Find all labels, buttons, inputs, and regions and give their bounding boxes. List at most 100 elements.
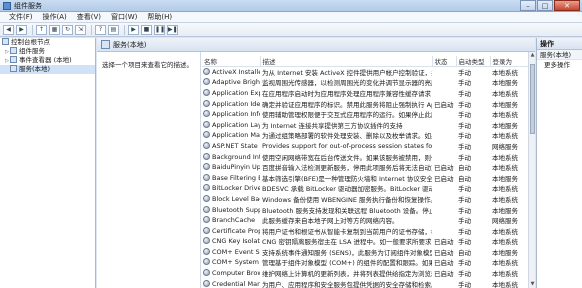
service-description: 百度拼音输入法检测更新服务，停用此项服务后将无法自动更... [262,164,432,173]
properties-icon[interactable]: ▤ [108,24,119,35]
service-status [432,151,456,162]
scrollbar-thumb[interactable] [530,64,535,134]
table-row[interactable]: ActiveX Installer ...为从 Internet 安装 Acti… [202,67,528,78]
gear-icon [203,120,210,128]
help-icon[interactable]: ? [95,24,106,35]
service-status [432,88,456,99]
actions-subheader[interactable]: 服务(本地) [537,50,582,60]
service-name-label: Application Mana... [212,131,260,140]
window-controls: – □ ✕ [519,0,580,11]
table-row[interactable]: Computer Brow...维护网络上计算机的更新列表，并将列表提供给指定为… [202,268,528,279]
table-row[interactable]: Application Iden...确定并验证应用程序的标识。禁用此服务将阻止… [202,98,528,109]
gear-icon [203,110,210,118]
table-row[interactable]: Application Expe...在应用程序启动时为应用程序处理应用程序兼容… [202,88,528,99]
service-status [432,109,456,120]
column-header-startup-type[interactable]: 启动类型 [456,56,491,67]
service-status: 已启动 [434,270,454,279]
service-status: 已启动 [434,100,454,109]
table-row[interactable]: Background Inte...使用空闲网络带宽在后台传送文件。如果该服务被… [202,151,528,162]
menu-window[interactable]: 窗口(W) [106,12,142,22]
service-name-label: Bluetooth Supp... [212,205,260,214]
service-startup-type: 手动 [458,206,471,215]
service-description: 管理基于组件对象模型 (COM+) 的组件的配置和跟踪。如果... [262,259,432,268]
show-tree-icon[interactable]: ▦ [49,24,60,35]
table-row[interactable]: COM+ System A...管理基于组件对象模型 (COM+) 的组件的配置… [202,257,528,268]
service-description: 在应用程序启动时为应用程序处理应用程序兼容性缓存请求 [262,89,431,98]
service-startup-type: 手动 [458,270,471,279]
table-row[interactable]: COM+ Event Sys...支持系统事件通知服务 (SENS)，此服务为订… [202,247,528,258]
column-header-description[interactable]: 描述 [260,56,433,67]
table-row[interactable]: CNG Key IsolationCNG 密钥隔离服务宿主在 LSA 进程中。如… [202,236,528,247]
service-log-on-as: 本地服务 [492,174,518,183]
service-log-on-as: 本地系统 [492,259,518,268]
stop-icon[interactable]: ■ [141,24,152,35]
event-viewer-icon [10,56,17,63]
gear-icon [203,258,210,266]
service-name: Block Level Back... [202,194,260,205]
service-name-label: Computer Brow... [212,269,260,278]
tree-item-services-local[interactable]: 服务(本地) [0,65,95,74]
vertical-scrollbar[interactable]: ▲ ▼ [528,52,535,288]
service-startup-type: 手动 [458,195,471,204]
service-name: Certificate Propa... [202,225,260,236]
table-row[interactable]: Application Laye...为 Internet 连接共享提供第三方协… [202,119,528,130]
menu-action[interactable]: 操作(A) [38,12,72,22]
service-name: BranchCache [202,215,260,226]
scroll-down-arrow-icon[interactable]: ▼ [529,281,536,288]
gear-icon [203,152,210,160]
menu-help[interactable]: 帮助(H) [142,12,177,22]
actions-pane: 操作 服务(本地) 更多操作 [536,38,582,288]
tree-item-component-services[interactable]: ▷ 组件服务 [0,47,95,56]
table-row[interactable]: Certificate Propa...将用户证书和根证书从智能卡复制到当前用户… [202,225,528,236]
table-row[interactable]: Adaptive Brightn...监视周围光传感器，以检测周围光的变化并调节… [202,77,528,88]
service-description: Bluetooth 服务支持发现和关联远程 Bluetooth 设备。停止或..… [262,206,432,215]
service-name-label: Background Inte... [212,152,260,161]
minimize-button[interactable]: – [520,0,536,11]
gear-icon [203,88,210,96]
service-startup-type: 手动 [458,142,471,151]
service-name-label: Application Iden... [212,99,260,108]
restart-icon[interactable]: ▶❚ [167,24,178,35]
close-button[interactable]: ✕ [554,0,580,11]
service-startup-type: 手动 [458,79,471,88]
service-status [432,77,456,88]
menu-view[interactable]: 查看(V) [72,12,106,22]
export-icon[interactable]: ⇲ [75,24,86,35]
service-startup-type: 手动 [458,121,471,130]
tree-item-event-viewer[interactable]: ▷ 事件查看器 (本地) [0,56,95,65]
service-log-on-as: 本地系统 [492,164,518,173]
service-log-on-as: 本地系统 [492,153,518,162]
forward-icon[interactable]: ▶ [16,24,27,35]
table-row[interactable]: Application Mana...为通过组策略部署的软件处理安装、删除以及枚… [202,130,528,141]
table-row[interactable]: ASP.NET State S...Provides support for o… [202,141,528,152]
table-row[interactable]: BranchCache 此服务缓存来自本地子网上对等方的网络内容。 手动 网络服务 [202,215,528,226]
menu-file[interactable]: 文件(F) [4,12,38,22]
table-row[interactable]: Block Level Back...Windows 备份使用 WBENGINE… [202,194,528,205]
services-pane: 服务(本地) 选择一个项目来查看它的描述。 名称 描述 状态 启动类型 登录为 … [97,38,535,288]
tree-item-console-root[interactable]: 控制台根节点 [0,38,95,47]
folder-icon [2,38,9,45]
column-header-status[interactable]: 状态 [432,56,457,67]
table-row[interactable]: Credential Mana...为用户、应用程序和安全服务包提供凭据的安全存… [202,278,528,288]
pause-icon[interactable]: ❚❚ [154,24,165,35]
gear-icon [203,173,210,181]
column-header-name[interactable]: 名称 [202,56,261,67]
back-icon[interactable]: ◀ [3,24,14,35]
column-header-log-on-as[interactable]: 登录为 [490,56,528,67]
maximize-button[interactable]: □ [537,0,553,11]
table-row[interactable]: Application Infor...使用辅助管理权限便于交互式应用程序的运行… [202,109,528,120]
service-status: 已启动 [434,238,454,247]
refresh-icon[interactable]: ↻ [62,24,73,35]
more-actions-link[interactable]: 更多操作 [537,60,582,70]
scroll-up-arrow-icon[interactable]: ▲ [529,52,536,59]
service-name-label: Block Level Back... [212,194,260,203]
title-bar: 组件服务 – □ ✕ [0,0,582,12]
service-name: ASP.NET State S... [202,141,260,152]
up-icon[interactable]: ↑ [36,24,47,35]
play-icon[interactable]: ▶ [128,24,139,35]
table-row[interactable]: BaiduPinyin Upd...百度拼音输入法检测更新服务，停用此项服务后将… [202,162,528,173]
table-row[interactable]: Bluetooth Supp...Bluetooth 服务支持发现和关联远程 B… [202,204,528,215]
actions-header: 操作 [537,38,582,50]
table-row[interactable]: BitLocker Drive ...BDESVC 承载 BitLocker 驱… [202,183,528,194]
table-row[interactable]: Base Filtering En...基本筛选引擎(BFE)是一种管理防火墙和… [202,172,528,183]
